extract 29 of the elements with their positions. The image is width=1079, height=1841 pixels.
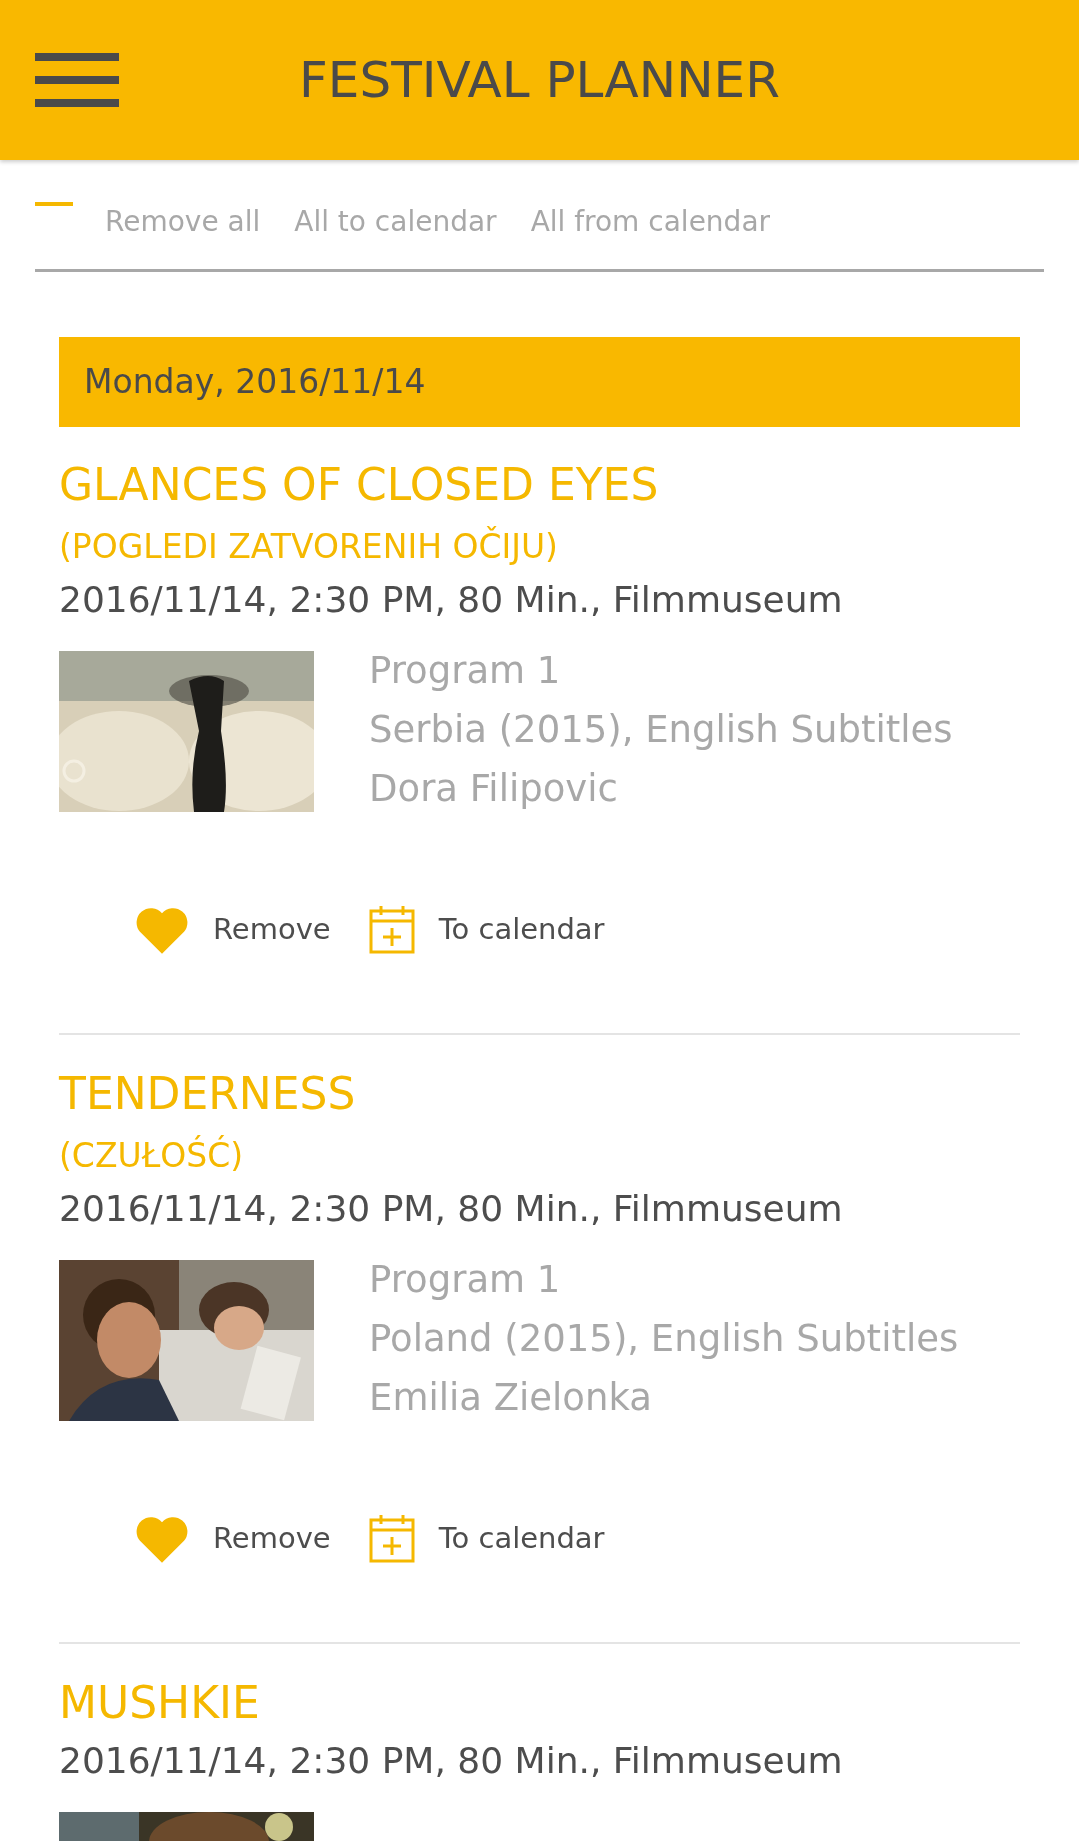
add-to-calendar-button[interactable]: To calendar: [368, 1511, 605, 1567]
film-detail: Poland (2015), English Subtitles: [369, 1316, 959, 1362]
tab-indicator: [35, 202, 73, 206]
original-title: (POGLEDI ZATVORENIH OČIJU): [59, 525, 559, 568]
film-detail: Program 1: [369, 1257, 562, 1303]
calendar-add-icon: [368, 1515, 415, 1563]
screening-info: 2016/11/14, 2:30 PM, 80 Min., Filmmuseum: [59, 1187, 844, 1231]
film-detail: Program 1: [369, 648, 562, 694]
film-title[interactable]: MUSHKIE: [59, 1673, 1020, 1733]
screening-info: 2016/11/14, 2:30 PM, 80 Min., Filmmuseum: [59, 578, 844, 622]
menu-icon[interactable]: [35, 53, 119, 107]
film-detail: Dora Filipovic: [369, 766, 619, 812]
film-title[interactable]: TENDERNESS: [59, 1064, 1020, 1124]
film-title[interactable]: GLANCES OF CLOSED EYES: [59, 455, 1020, 515]
screening-info: 2016/11/14, 2:30 PM, 80 Min., Filmmuseum: [59, 1739, 844, 1783]
film-detail: Emilia Zielonka: [369, 1375, 653, 1421]
heart-icon: [135, 905, 189, 955]
toolbar-action[interactable]: All from calendar: [530, 200, 771, 243]
calendar-add-icon: [368, 906, 415, 954]
remove-favorite-button[interactable]: Remove: [135, 902, 331, 958]
film-detail: Serbia (2015), English Subtitles: [369, 707, 953, 753]
day-header: Monday, 2016/11/14: [59, 337, 1020, 427]
toolbar-action[interactable]: Remove all: [105, 200, 261, 243]
toolbar-action[interactable]: All to calendar: [294, 200, 497, 243]
add-to-calendar-button[interactable]: To calendar: [368, 902, 605, 958]
heart-icon: [135, 1514, 189, 1564]
original-title: (CZUŁOŚĆ): [59, 1134, 245, 1177]
app-title: FESTIVAL PLANNER: [299, 55, 780, 105]
remove-favorite-button[interactable]: Remove: [135, 1511, 331, 1567]
